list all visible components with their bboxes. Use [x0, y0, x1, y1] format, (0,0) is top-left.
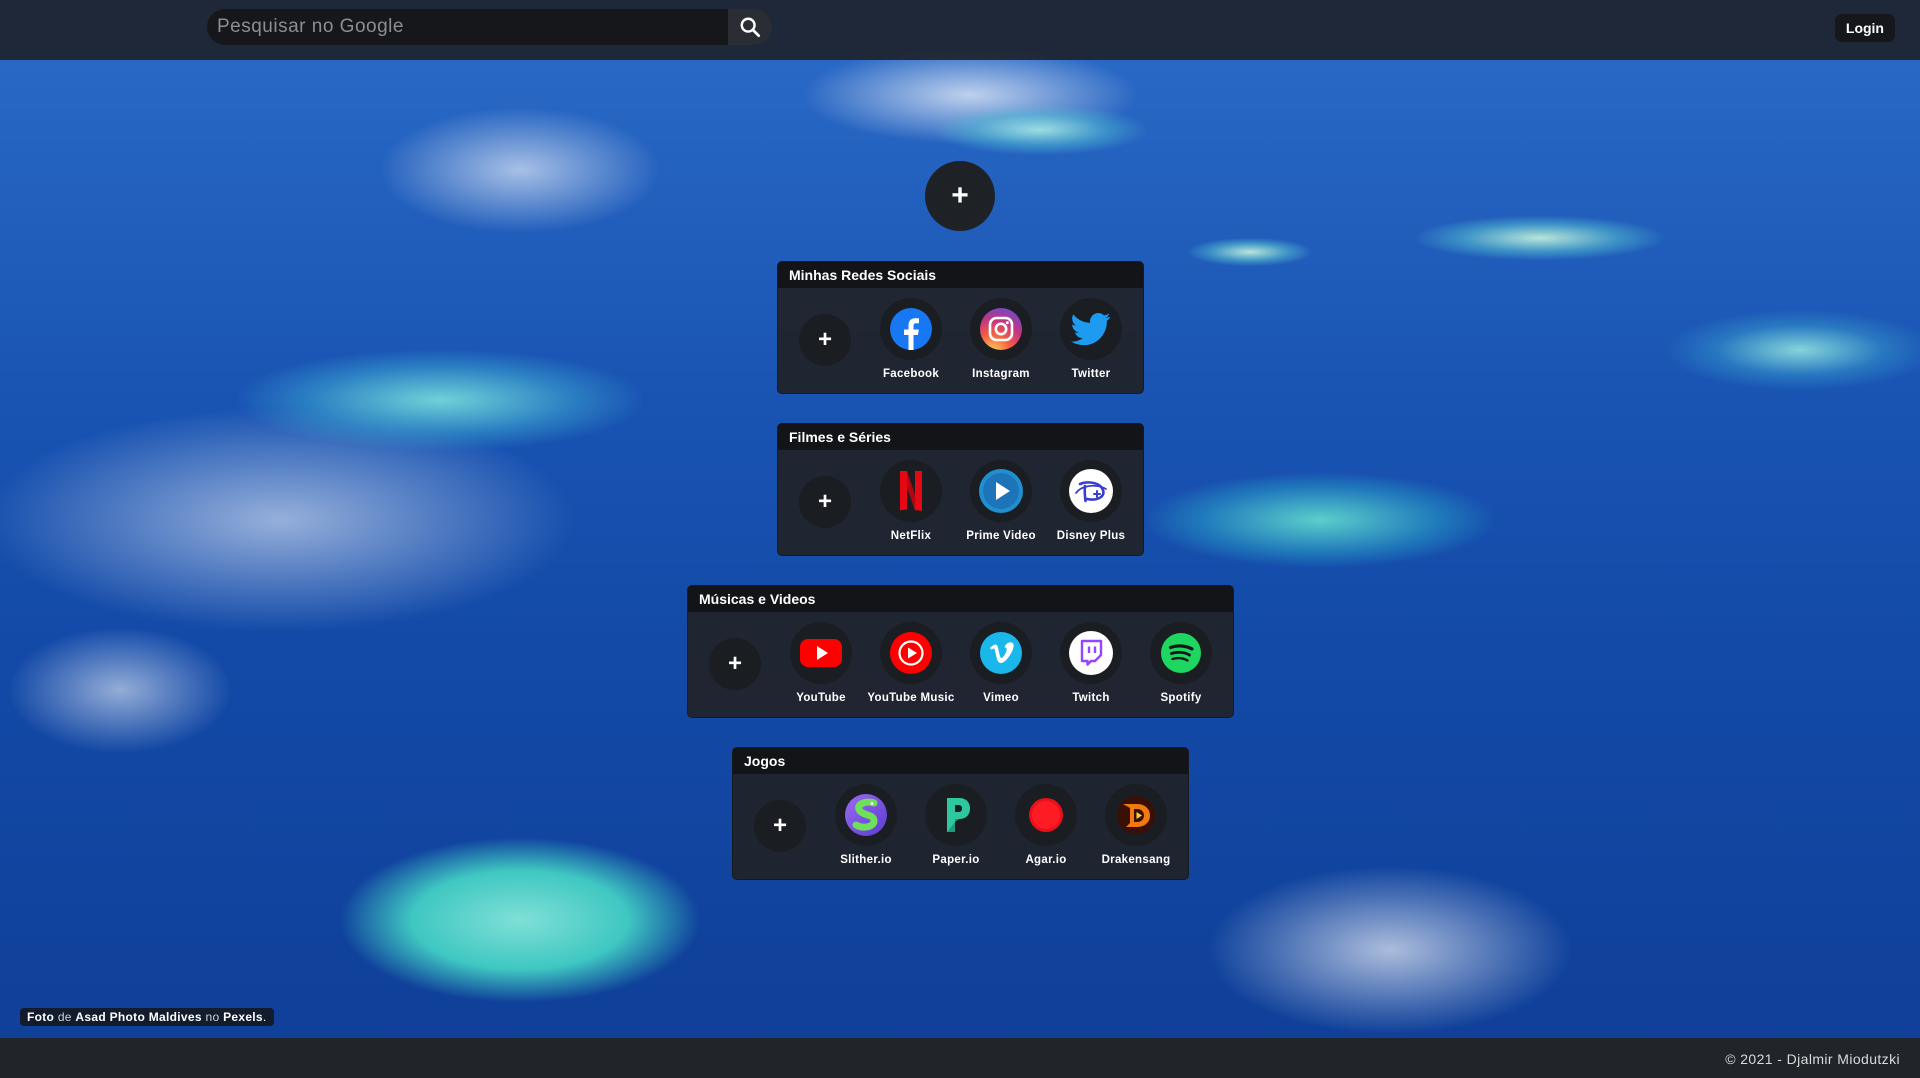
credit-site-link[interactable]: Pexels — [223, 1010, 263, 1024]
slither-io-icon — [845, 794, 887, 836]
link-spotify[interactable]: Spotify — [1136, 622, 1226, 704]
link-youtube[interactable]: YouTube — [776, 622, 866, 704]
add-link-button[interactable]: + — [799, 314, 851, 366]
add-link-button[interactable]: + — [799, 476, 851, 528]
group-title: Músicas e Videos — [688, 586, 1233, 612]
group-redes-sociais: Minhas Redes Sociais + Facebook Instagra… — [777, 261, 1144, 394]
link-label: Agar.io — [1025, 854, 1067, 866]
facebook-icon — [890, 308, 932, 350]
login-button[interactable]: Login — [1834, 14, 1895, 42]
link-vimeo[interactable]: Vimeo — [956, 622, 1046, 704]
link-twitch[interactable]: Twitch — [1046, 622, 1136, 704]
link-label: Paper.io — [932, 854, 980, 866]
group-musicas-videos: Músicas e Videos + YouTube YouTube Music — [687, 585, 1234, 718]
link-instagram[interactable]: Instagram — [956, 298, 1046, 380]
link-label: Slither.io — [840, 854, 892, 866]
netflix-icon — [900, 471, 922, 511]
credit-author-link[interactable]: Asad Photo Maldives — [75, 1010, 201, 1024]
group-filmes-series: Filmes e Séries + NetFlix Prime Video Di… — [777, 423, 1144, 556]
credit-suffix: . — [262, 1010, 267, 1024]
paper-io-icon — [947, 798, 970, 832]
link-label: Prime Video — [966, 530, 1036, 542]
link-prime-video[interactable]: Prime Video — [956, 460, 1046, 542]
link-label: Twitch — [1072, 692, 1110, 704]
link-netflix[interactable]: NetFlix — [866, 460, 956, 542]
group-jogos: Jogos + Slither.io Paper.io Agar.io Drak… — [732, 747, 1189, 880]
add-group-button[interactable]: + — [925, 161, 995, 231]
twitch-icon — [1069, 631, 1113, 675]
credit-no: no — [205, 1010, 220, 1024]
link-label: Instagram — [972, 368, 1030, 380]
link-youtube-music[interactable]: YouTube Music — [866, 622, 956, 704]
group-title: Minhas Redes Sociais — [778, 262, 1143, 288]
vimeo-icon — [980, 632, 1022, 674]
link-label: Disney Plus — [1056, 530, 1126, 542]
drakensang-icon — [1117, 796, 1155, 834]
link-label: YouTube Music — [867, 692, 955, 704]
link-paper-io[interactable]: Paper.io — [911, 784, 1001, 866]
search-button[interactable] — [728, 9, 772, 45]
link-slither-io[interactable]: Slither.io — [821, 784, 911, 866]
link-agar-io[interactable]: Agar.io — [1001, 784, 1091, 866]
prime-video-icon — [979, 469, 1023, 513]
agar-io-icon — [1029, 798, 1063, 832]
disney-plus-icon — [1069, 469, 1113, 513]
link-twitter[interactable]: Twitter — [1046, 298, 1136, 380]
link-label: Facebook — [882, 368, 940, 380]
link-drakensang[interactable]: Drakensang — [1091, 784, 1181, 866]
link-label: Drakensang — [1101, 854, 1171, 866]
spotify-icon — [1161, 633, 1201, 673]
add-link-button[interactable]: + — [709, 638, 761, 690]
group-title: Filmes e Séries — [778, 424, 1143, 450]
link-label: Spotify — [1160, 692, 1202, 704]
photo-credit: Foto de Asad Photo Maldives no Pexels. — [20, 1008, 274, 1026]
link-label: YouTube — [796, 692, 846, 704]
top-bar: Login — [0, 0, 1920, 60]
search-icon — [740, 17, 761, 38]
search-box — [207, 9, 772, 45]
credit-prefix: Foto — [27, 1010, 55, 1024]
instagram-icon — [980, 308, 1022, 350]
link-disney-plus[interactable]: Disney Plus — [1046, 460, 1136, 542]
twitter-icon — [1071, 313, 1111, 346]
group-title: Jogos — [733, 748, 1188, 774]
add-link-button[interactable]: + — [754, 800, 806, 852]
link-label: Twitter — [1071, 368, 1111, 380]
credit-de: de — [57, 1010, 72, 1024]
link-label: NetFlix — [890, 530, 932, 542]
copyright-text: © 2021 - Djalmir Miodutzki — [1725, 1051, 1900, 1067]
search-input[interactable] — [207, 9, 737, 45]
link-label: Vimeo — [983, 692, 1019, 704]
link-facebook[interactable]: Facebook — [866, 298, 956, 380]
youtube-music-icon — [890, 632, 932, 674]
footer: © 2021 - Djalmir Miodutzki — [0, 1038, 1920, 1078]
youtube-icon — [800, 639, 842, 667]
